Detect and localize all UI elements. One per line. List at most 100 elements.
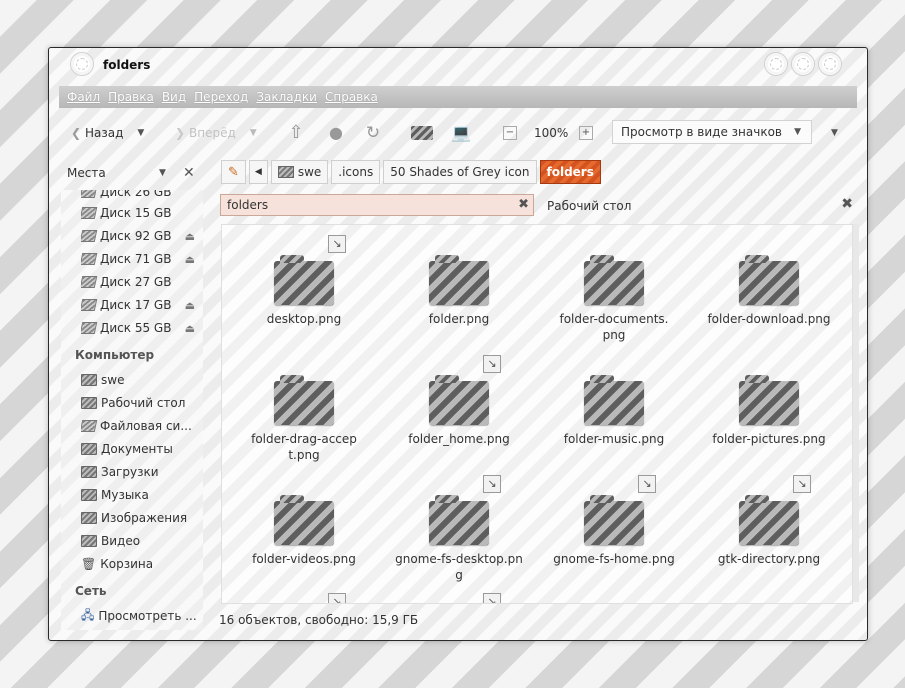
sidebar-item-drive[interactable]: Диск 55 GB ⏏ xyxy=(81,318,201,338)
file-item[interactable]: folder.png xyxy=(384,255,534,327)
maximize-button[interactable] xyxy=(792,53,814,75)
back-button[interactable]: ❮ Назад ▼ xyxy=(67,118,144,148)
sidebar: Места ▼ ✕ Диск 26 GB Диск 15 GB Диск 92 … xyxy=(59,160,205,630)
sidebar-item-home[interactable]: swe xyxy=(81,370,201,390)
sidebar-item-music[interactable]: Музыка xyxy=(81,485,201,505)
file-name: folder_home.png xyxy=(408,432,510,446)
up-button[interactable]: ⇧ xyxy=(287,118,305,148)
sidebar-item-label: Диск 26 GB xyxy=(100,190,172,199)
sidebar-item-drive[interactable]: Диск 27 GB xyxy=(81,272,201,292)
file-item[interactable]: folder-music.png xyxy=(539,375,689,447)
menu-bookmarks[interactable]: Закладки xyxy=(256,90,317,104)
close-pane-icon[interactable]: ✖ xyxy=(841,196,853,212)
zoom-out-button[interactable]: − xyxy=(503,118,517,148)
symlink-emblem-icon: ↘ xyxy=(483,475,501,493)
sidebar-item-videos[interactable]: Видео xyxy=(81,531,201,551)
eject-icon[interactable]: ⏏ xyxy=(185,299,195,312)
icon-view[interactable]: ↘ desktop.png folder.png folder-document… xyxy=(221,224,853,604)
crumb-home[interactable]: swe xyxy=(270,160,329,184)
view-mode-label: Просмотр в виде значков xyxy=(621,125,782,139)
sidebar-item-drive[interactable]: Диск 17 GB ⏏ xyxy=(81,295,201,315)
forward-button[interactable]: ❯ Вперёд ▼ xyxy=(171,118,257,148)
minimize-button[interactable] xyxy=(765,53,787,75)
sidebar-item-drive[interactable]: Диск 26 GB xyxy=(81,190,201,202)
file-name: gnome-fs-home.png xyxy=(553,552,675,566)
titlebar[interactable]: folders xyxy=(49,48,867,84)
sidebar-item-drive[interactable]: Диск 15 GB xyxy=(81,203,201,223)
sidebar-item-drive[interactable]: Диск 71 GB ⏏ xyxy=(81,249,201,269)
file-item[interactable]: gnome-fs-home.png xyxy=(539,495,689,567)
file-item[interactable]: folder-videos.png xyxy=(229,495,379,567)
location-field[interactable]: folders ✖ xyxy=(220,194,534,216)
folder-icon xyxy=(429,255,489,305)
sidebar-item-drive[interactable]: Диск 92 GB ⏏ xyxy=(81,226,201,246)
sidebar-item-label: Музыка xyxy=(101,488,149,502)
folder-icon xyxy=(81,512,97,524)
file-item[interactable]: folder-download.png xyxy=(694,255,844,327)
chevron-down-icon[interactable]: ▼ xyxy=(159,168,166,178)
file-item[interactable]: folder-pictures.png xyxy=(694,375,844,447)
second-pane-label[interactable]: Рабочий стол xyxy=(547,199,631,213)
menu-help[interactable]: Справка xyxy=(325,90,378,104)
menu-view[interactable]: Вид xyxy=(162,90,186,104)
menu-edit[interactable]: Правка xyxy=(108,90,154,104)
computer-button[interactable]: 💻 xyxy=(451,118,471,148)
sidebar-item-desktop[interactable]: Рабочий стол xyxy=(81,393,201,413)
edit-location-button[interactable]: ✎ xyxy=(221,160,246,184)
forward-history-dropdown-icon[interactable]: ▼ xyxy=(250,128,257,138)
toolbar-overflow-button[interactable]: ▼ xyxy=(831,118,838,148)
drive-icon xyxy=(81,230,98,242)
view-mode-select[interactable]: Просмотр в виде значков ▼ xyxy=(612,120,812,144)
crumb-theme[interactable]: 50 Shades of Grey icon xyxy=(383,160,537,184)
file-name: folder-videos.png xyxy=(252,552,356,566)
file-item[interactable]: folder-documents.png xyxy=(539,255,689,343)
crumb-icons[interactable]: .icons xyxy=(331,160,381,184)
eject-icon[interactable]: ⏏ xyxy=(185,253,195,266)
folder-icon xyxy=(81,466,97,478)
path-scroll-left-button[interactable]: ◀ xyxy=(248,160,268,184)
sidebar-item-downloads[interactable]: Загрузки xyxy=(81,462,201,482)
zoom-in-button[interactable]: + xyxy=(579,118,593,148)
file-name: folder-documents.png xyxy=(559,312,669,342)
window-menu-icon[interactable] xyxy=(71,53,93,75)
close-button[interactable] xyxy=(819,53,841,75)
sidebar-item-label: Просмотреть ... xyxy=(98,609,197,623)
drive-icon xyxy=(81,253,98,265)
folder-icon xyxy=(584,255,644,305)
crumb-label: swe xyxy=(297,165,322,179)
file-item[interactable]: folder-drag-accept.png xyxy=(229,375,379,463)
file-name: folder-download.png xyxy=(707,312,831,326)
places-list: Диск 26 GB Диск 15 GB Диск 92 GB ⏏ Диск … xyxy=(61,190,203,630)
file-item[interactable]: desktop.png xyxy=(229,255,379,327)
sidebar-item-pictures[interactable]: Изображения xyxy=(81,508,201,528)
sidebar-item-filesystem[interactable]: Файловая си... xyxy=(81,416,201,436)
menubar: Файл Правка Вид Переход Закладки Справка xyxy=(59,86,857,108)
stop-button[interactable]: ● xyxy=(327,118,345,148)
eject-icon[interactable]: ⏏ xyxy=(185,322,195,335)
drive-icon xyxy=(81,299,98,311)
toolbar: ❮ Назад ▼ ❯ Вперёд ▼ ⇧ ● ↻ 💻 − 100% + Пр… xyxy=(59,118,857,148)
symlink-emblem-icon: ↘ xyxy=(638,475,656,493)
vertical-scrollbar[interactable] xyxy=(853,224,859,602)
network-icon: 🖧 xyxy=(81,607,95,622)
pencil-icon: ✎ xyxy=(228,164,239,180)
symlink-emblem-icon: ↘ xyxy=(793,475,811,493)
reload-button[interactable]: ↻ xyxy=(364,118,382,148)
sidebar-title[interactable]: Места xyxy=(67,166,106,180)
home-button[interactable] xyxy=(411,118,433,148)
sidebar-item-documents[interactable]: Документы xyxy=(81,439,201,459)
sidebar-item-browse-network[interactable]: 🖧 Просмотреть ... xyxy=(81,606,201,626)
arrow-left-icon: ❮ xyxy=(70,126,82,140)
eject-icon[interactable]: ⏏ xyxy=(185,230,195,243)
menu-go[interactable]: Переход xyxy=(194,90,248,104)
file-item[interactable]: folder_home.png xyxy=(384,375,534,447)
file-item[interactable]: gnome-fs-desktop.png xyxy=(384,495,534,583)
sidebar-item-trash[interactable]: 🗑 Корзина xyxy=(81,554,201,574)
crumb-current[interactable]: folders xyxy=(539,160,601,184)
file-item[interactable]: gtk-directory.png xyxy=(694,495,844,567)
back-history-dropdown-icon[interactable]: ▼ xyxy=(137,128,144,138)
sidebar-close-icon[interactable]: ✕ xyxy=(183,165,195,181)
sidebar-item-label: Рабочий стол xyxy=(101,396,186,410)
menu-file[interactable]: Файл xyxy=(67,90,100,104)
close-icon[interactable]: ✖ xyxy=(518,197,529,212)
